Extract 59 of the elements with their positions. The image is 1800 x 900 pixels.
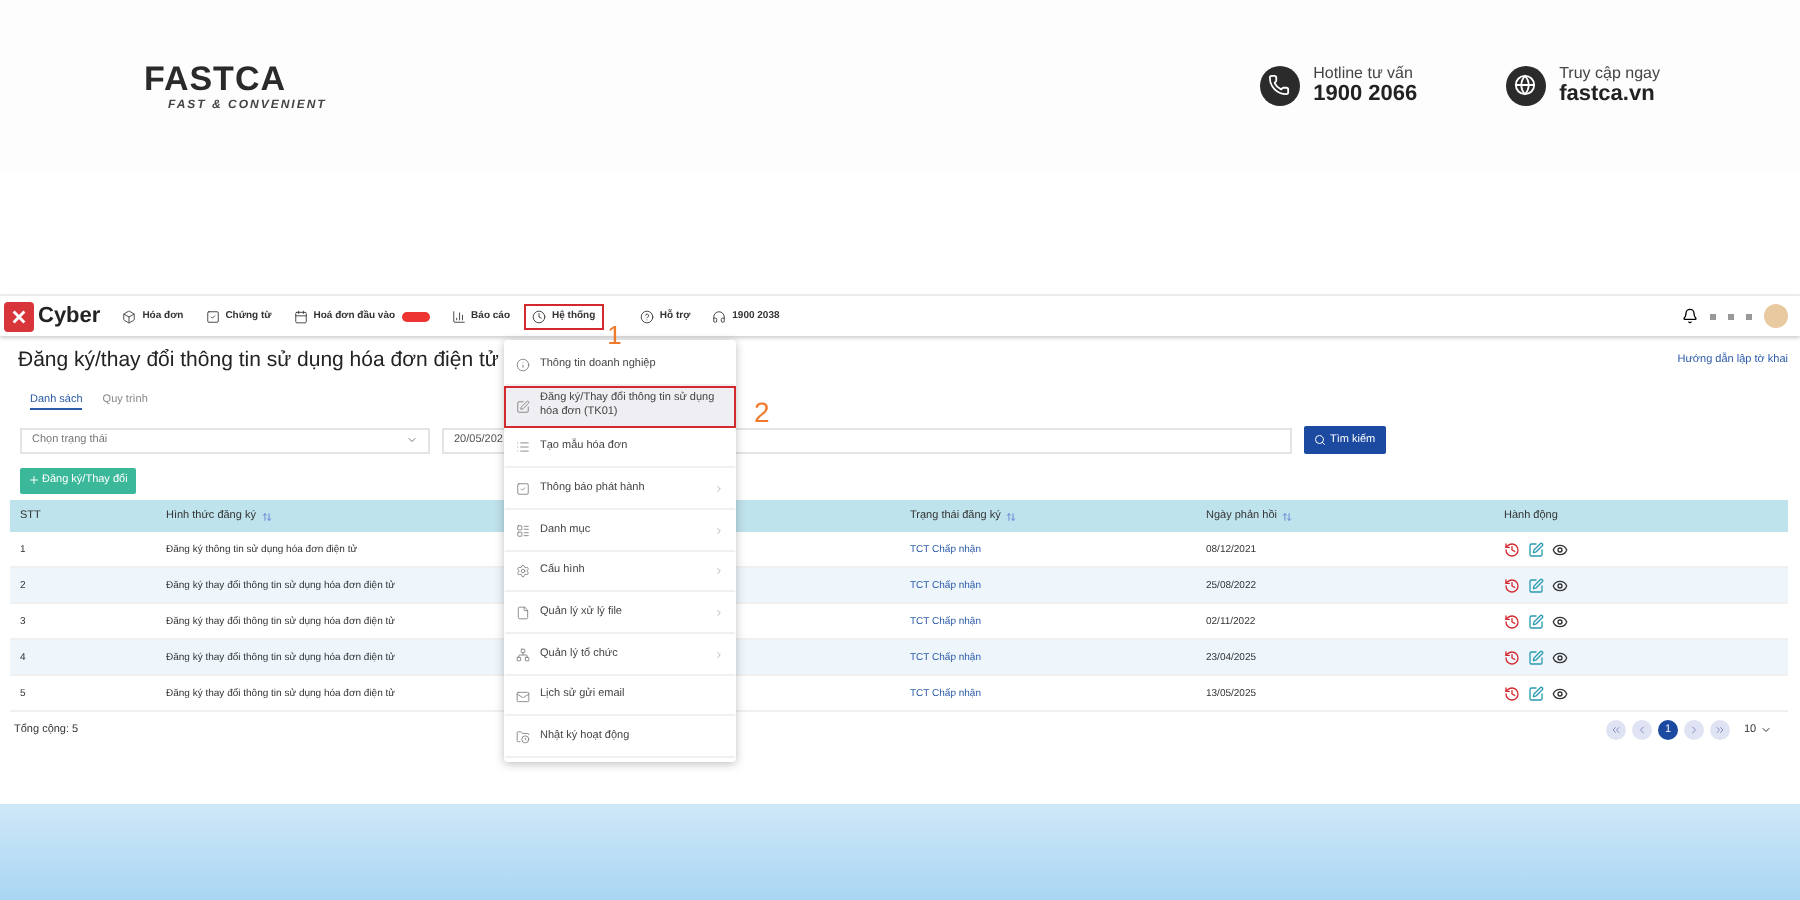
folder-clock-icon <box>516 730 530 745</box>
chevron-right-icon <box>1688 724 1700 736</box>
logo-name: FASTCA <box>144 59 286 99</box>
globe-icon <box>1505 65 1546 105</box>
info-icon <box>516 357 530 372</box>
clock-icon <box>532 309 546 323</box>
headphones-icon <box>712 309 727 323</box>
settings-icon <box>516 564 530 579</box>
chevron-left-icon <box>1636 724 1648 736</box>
contact-value: fastca.vn <box>1559 82 1657 106</box>
search-icon <box>1314 434 1326 446</box>
contact-label: Hotline tư vấn <box>1313 64 1415 82</box>
sort-icon[interactable] <box>261 511 272 521</box>
brand-name: Cyber <box>38 304 101 328</box>
network-icon <box>516 647 530 662</box>
double-chevron-left-icon <box>1610 724 1622 736</box>
view-icon[interactable] <box>1552 649 1568 665</box>
history-icon[interactable] <box>1504 541 1520 557</box>
contact-value: 1900 2066 <box>1313 82 1418 106</box>
history-icon[interactable] <box>1504 685 1520 701</box>
bell-icon[interactable] <box>1682 308 1698 324</box>
help-icon <box>639 309 654 323</box>
edit-icon[interactable] <box>1528 613 1544 629</box>
edit-icon[interactable] <box>1528 685 1544 701</box>
list-icon <box>516 440 530 455</box>
edit-icon[interactable] <box>1528 541 1544 557</box>
file-icon <box>516 606 530 621</box>
view-icon[interactable] <box>1552 613 1568 629</box>
last-page-button[interactable] <box>1710 720 1730 740</box>
double-chevron-right-icon <box>1714 724 1726 736</box>
page-title: Đăng ký/thay đổi thông tin sử dụng hóa đơn điện tử <box>18 348 499 372</box>
contact-label: Truy cập ngay <box>1559 64 1660 82</box>
calendar-icon <box>293 309 308 323</box>
checkbox-icon <box>205 309 220 323</box>
first-page-button[interactable] <box>1606 720 1626 740</box>
list-layout-icon <box>516 523 530 538</box>
view-icon[interactable] <box>1552 577 1568 593</box>
edit-icon[interactable] <box>1528 577 1544 593</box>
checkbox-icon <box>516 482 530 497</box>
view-icon[interactable] <box>1552 685 1568 701</box>
view-icon[interactable] <box>1552 541 1568 557</box>
edit-icon <box>516 399 530 414</box>
step-number: 1 <box>607 322 622 348</box>
step-number: 2 <box>754 396 770 428</box>
previous-page-button[interactable] <box>1632 720 1652 740</box>
history-icon[interactable] <box>1504 649 1520 665</box>
sort-icon[interactable] <box>1282 511 1293 521</box>
box-icon <box>122 309 137 323</box>
sort-icon[interactable] <box>1006 511 1017 521</box>
history-icon[interactable] <box>1504 613 1520 629</box>
edit-icon[interactable] <box>1528 649 1544 665</box>
phone-icon <box>1259 65 1300 105</box>
next-page-button[interactable] <box>1684 720 1704 740</box>
history-icon[interactable] <box>1504 577 1520 593</box>
chevron-down-icon <box>406 434 418 446</box>
plus-icon <box>28 474 40 486</box>
bar-chart-icon <box>451 309 466 323</box>
mail-icon <box>516 689 530 703</box>
chevron-down-icon <box>1760 724 1773 736</box>
